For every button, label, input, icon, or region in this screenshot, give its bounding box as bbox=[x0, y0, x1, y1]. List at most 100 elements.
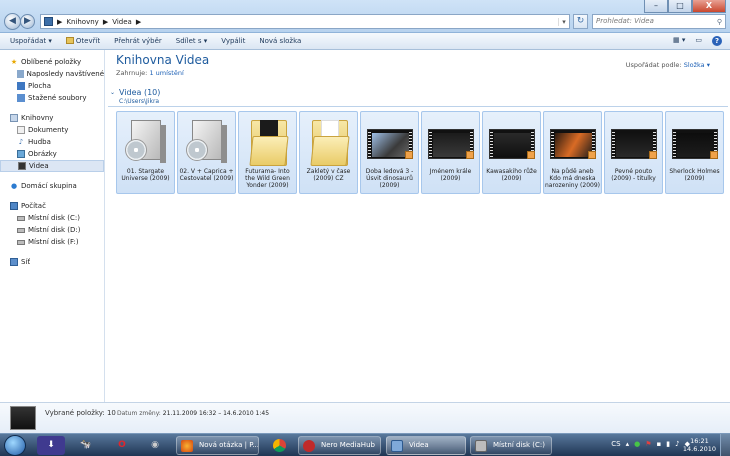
breadcrumb-videos[interactable]: Videa bbox=[112, 18, 132, 26]
file-grid: 01. Stargate Universe (2009) 02. V + Capr… bbox=[116, 111, 724, 194]
task-label: Nová otázka | P... bbox=[199, 441, 259, 449]
clock[interactable]: 16:21 14.6.2010 bbox=[683, 437, 716, 453]
homegroup-icon: ● bbox=[10, 182, 18, 190]
group-title: Videa (10) bbox=[119, 88, 161, 97]
file-tile[interactable]: 01. Stargate Universe (2009) bbox=[116, 111, 175, 194]
volume-icon[interactable]: ♪ bbox=[675, 440, 679, 448]
sidebar-item-downloads[interactable]: Stažené soubory bbox=[0, 92, 104, 104]
sidebar-item-label: Naposledy navštívené bbox=[26, 70, 104, 78]
group-path[interactable]: C:\Users\Jikra bbox=[119, 98, 159, 105]
sidebar-item-pictures[interactable]: Obrázky bbox=[0, 148, 104, 160]
sidebar-item-music[interactable]: ♪ Hudba bbox=[0, 136, 104, 148]
task-label: Nero MediaHub bbox=[321, 441, 375, 449]
refresh-icon: ↻ bbox=[576, 16, 585, 26]
taskbar-item-videos[interactable]: Videa bbox=[386, 436, 466, 455]
address-bar[interactable]: ▶ Knihovny ▶ Videa ▶ ▾ bbox=[40, 14, 570, 29]
includes-locations-link[interactable]: 1 umístění bbox=[149, 69, 183, 77]
sidebar-item-recent[interactable]: Naposledy navštívené bbox=[0, 68, 104, 80]
sidebar-item-disk-f[interactable]: Místní disk (F:) bbox=[0, 236, 104, 248]
start-button[interactable] bbox=[4, 435, 26, 456]
file-tile[interactable]: Sherlock Holmes (2009) bbox=[665, 111, 724, 194]
taskbar-item-disk-c[interactable]: Místní disk (C:) bbox=[470, 436, 552, 455]
refresh-button[interactable]: ↻ bbox=[573, 14, 588, 29]
open-button[interactable]: Otevřít bbox=[65, 37, 101, 45]
pinned-app-icon[interactable]: ⬇ bbox=[37, 436, 65, 455]
file-tile[interactable]: Pevné pouto (2009) - titulky bbox=[604, 111, 663, 194]
preview-pane-icon[interactable]: ▭ bbox=[695, 36, 702, 46]
file-tile[interactable]: Futurama- Into the Wild Green Yonder (20… bbox=[238, 111, 297, 194]
file-name: Jménem krále (2009) bbox=[429, 168, 472, 182]
video-thumbnail-icon bbox=[367, 117, 413, 167]
file-name: Kawasakiho růže (2009) bbox=[486, 168, 537, 182]
file-name: 01. Stargate Universe (2009) bbox=[121, 168, 170, 182]
new-folder-button[interactable]: Nová složka bbox=[259, 37, 301, 45]
organize-button[interactable]: Uspořádat ▾ bbox=[10, 37, 52, 45]
file-name: Doba ledová 3 - Úsvit dinosaurů (2009) bbox=[365, 168, 414, 189]
file-tile[interactable]: Zakletý v čase (2009) CZ bbox=[299, 111, 358, 194]
show-hidden-icons-icon[interactable]: ▴ bbox=[626, 440, 630, 448]
sidebar-item-disk-d[interactable]: Místní disk (D:) bbox=[0, 224, 104, 236]
sidebar-item-videos[interactable]: Videa bbox=[0, 160, 104, 172]
libraries-icon bbox=[10, 114, 18, 122]
library-icon bbox=[44, 17, 53, 26]
language-indicator[interactable]: CS bbox=[611, 440, 620, 448]
open-icon bbox=[65, 37, 74, 44]
sidebar-item-documents[interactable]: Dokumenty bbox=[0, 124, 104, 136]
file-tile[interactable]: Jménem krále (2009) bbox=[421, 111, 480, 194]
media-player-icon[interactable]: ◉ bbox=[141, 436, 169, 455]
sidebar-item-computer[interactable]: Počítač bbox=[0, 200, 104, 212]
close-button[interactable]: X bbox=[692, 0, 726, 13]
sidebar-item-label: Místní disk (F:) bbox=[28, 238, 79, 246]
file-tile[interactable]: 02. V + Caprica + Cestovatel (2009) bbox=[177, 111, 236, 194]
sidebar-item-network[interactable]: Síť bbox=[0, 256, 104, 268]
show-desktop-button[interactable] bbox=[720, 434, 730, 456]
group-header[interactable]: ⌄ Videa (10) C:\Users\Jikra bbox=[108, 87, 728, 107]
downloads-icon bbox=[17, 94, 25, 102]
sidebar-item-label: Místní disk (D:) bbox=[28, 226, 81, 234]
maximize-button[interactable]: □ bbox=[668, 0, 692, 13]
file-name: Futurama- Into the Wild Green Yonder (20… bbox=[245, 168, 290, 189]
video-thumbnail-icon bbox=[611, 117, 657, 167]
search-input[interactable]: Prohledat: Videa ⚲ bbox=[592, 14, 726, 29]
pinned-app-icon[interactable]: 🐄 bbox=[72, 436, 100, 455]
taskbar-item-nero[interactable]: Nero MediaHub bbox=[298, 436, 381, 455]
taskbar-item-firefox[interactable]: Nová otázka | P... bbox=[176, 436, 259, 455]
help-icon[interactable]: ? bbox=[712, 36, 722, 46]
taskbar: ⬇ 🐄 O ◉ Nová otázka | P... Nero MediaHub… bbox=[0, 433, 730, 456]
clock-date: 14.6.2010 bbox=[682, 445, 716, 453]
sidebar-item-libraries[interactable]: Knihovny bbox=[0, 112, 104, 124]
opera-icon[interactable]: O bbox=[108, 436, 136, 455]
share-button[interactable]: Sdílet s ▾ bbox=[176, 37, 207, 45]
back-button[interactable]: ◀ bbox=[4, 13, 21, 30]
tray-app-icon[interactable]: ▪ bbox=[657, 440, 662, 448]
sidebar-item-label: Hudba bbox=[28, 138, 51, 146]
task-label: Videa bbox=[409, 441, 429, 449]
minimize-button[interactable]: – bbox=[644, 0, 668, 13]
file-tile[interactable]: Doba ledová 3 - Úsvit dinosaurů (2009) bbox=[360, 111, 419, 194]
sidebar-item-label: Videa bbox=[29, 162, 49, 170]
file-tile[interactable]: Kawasakiho růže (2009) bbox=[482, 111, 541, 194]
burn-button[interactable]: Vypálit bbox=[221, 37, 245, 45]
video-thumbnail-icon bbox=[489, 117, 535, 167]
file-tile[interactable]: Na půdě aneb Kdo má dneska narozeniny (2… bbox=[543, 111, 602, 194]
tray-app-icon[interactable]: ● bbox=[634, 440, 640, 448]
network-icon[interactable]: ▮ bbox=[666, 440, 670, 448]
arrange-dropdown[interactable]: Složka ▾ bbox=[684, 61, 710, 69]
includes-label: Zahrnuje: bbox=[116, 69, 148, 77]
sidebar-item-desktop[interactable]: Plocha bbox=[0, 80, 104, 92]
view-options-icon[interactable]: ▦ ▾ bbox=[673, 36, 685, 46]
sidebar-item-favorites[interactable]: ★ Oblíbené položky bbox=[0, 56, 104, 68]
address-dropdown-icon[interactable]: ▾ bbox=[558, 17, 569, 26]
sidebar-item-homegroup[interactable]: ● Domácí skupina bbox=[0, 180, 104, 192]
chrome-icon[interactable] bbox=[264, 436, 294, 455]
sidebar-item-disk-c[interactable]: Místní disk (C:) bbox=[0, 212, 104, 224]
forward-button[interactable]: ▶ bbox=[20, 14, 35, 29]
software-box-icon bbox=[123, 117, 169, 167]
selection-thumbnail-icon bbox=[10, 406, 36, 430]
breadcrumb-libraries[interactable]: Knihovny bbox=[66, 18, 98, 26]
open-label: Otevřít bbox=[75, 37, 101, 45]
sidebar-item-label: Knihovny bbox=[21, 114, 54, 122]
play-selection-button[interactable]: Přehrát výběr bbox=[114, 37, 162, 45]
collapse-icon[interactable]: ⌄ bbox=[110, 89, 115, 96]
action-center-flag-icon[interactable]: ⚑ bbox=[645, 440, 651, 448]
